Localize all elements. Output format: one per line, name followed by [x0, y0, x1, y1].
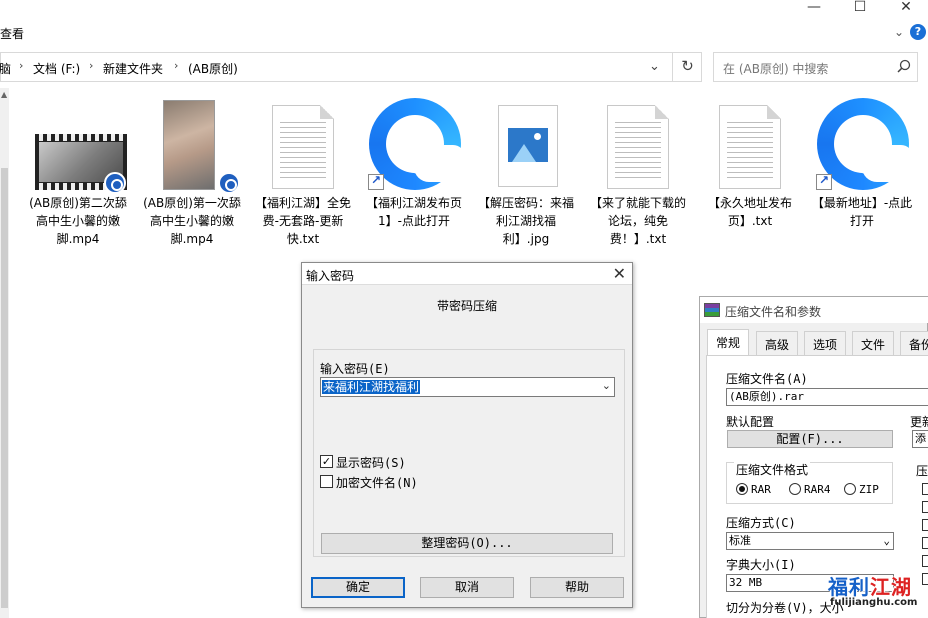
- tab-general[interactable]: 常规: [707, 329, 750, 355]
- ribbon-expand-chevron-icon[interactable]: ⌄: [894, 25, 904, 39]
- file-name: (AB原创)第二次舔高中生小馨的嫩脚.mp4: [29, 196, 127, 246]
- dialog-title: 输入密码: [306, 269, 355, 283]
- format-rar-label: RAR: [751, 483, 771, 496]
- scrollbar-thumb[interactable]: [1, 168, 8, 608]
- scroll-up-icon[interactable]: ▲: [1, 90, 7, 99]
- image-file-icon: [478, 96, 574, 192]
- cancel-button[interactable]: 取消: [420, 577, 514, 598]
- search-placeholder: 在 (AB原创) 中搜索: [723, 62, 829, 76]
- profiles-button[interactable]: 配置(F)...: [727, 430, 893, 448]
- dialog-title-bar[interactable]: 输入密码 ✕: [302, 263, 632, 285]
- organize-passwords-button[interactable]: 整理密码(O)...: [321, 533, 613, 554]
- show-password-label: 显示密码(S): [336, 456, 406, 470]
- video-thumbnail: [30, 96, 127, 194]
- format-zip-radio[interactable]: [844, 483, 856, 495]
- close-icon[interactable]: ✕: [613, 264, 626, 283]
- password-dialog: 输入密码 ✕ 带密码压缩 输入密码(E) 来福利江湖找福利 ⌄ ✓ 显示密码(S…: [301, 262, 633, 608]
- option-checkbox[interactable]: [922, 537, 928, 549]
- refresh-icon[interactable]: ↻: [672, 52, 702, 82]
- winrar-icon: [704, 303, 720, 317]
- dictionary-size-label: 字典大小(I): [726, 558, 796, 572]
- file-name: 【福利江湖发布页1】-点此打开: [365, 196, 462, 228]
- browser-icon: [814, 96, 910, 192]
- browser-icon: [366, 96, 462, 192]
- title-bar: — ☐ ✕: [0, 0, 928, 20]
- text-file-icon: [702, 96, 798, 192]
- compression-method-value: 标准: [729, 534, 751, 547]
- archive-params-dialog: 压缩文件名和参数 常规 高级 选项 文件 备份 压缩文件名(A) (AB原创).…: [699, 296, 928, 618]
- archive-options-label: 压: [916, 464, 928, 478]
- chevron-down-icon: ⌄: [883, 534, 890, 547]
- tab-files[interactable]: 文件: [852, 331, 895, 355]
- option-checkbox[interactable]: [922, 483, 928, 495]
- chevron-down-icon[interactable]: ⌄: [602, 379, 611, 392]
- video-thumbnail: [144, 96, 240, 194]
- address-bar[interactable]: 脑 › 文档 (F:) › 新建文件夹 › (AB原创) ⌄: [0, 52, 702, 82]
- text-file-icon: [255, 96, 351, 192]
- file-name: 【永久地址发布页】.txt: [707, 196, 792, 228]
- media-player-badge-icon: [218, 172, 240, 194]
- file-name: 【解压密码：来福利江湖找福利】.jpg: [477, 196, 574, 246]
- nav-pane-scrollbar[interactable]: ▲: [0, 88, 9, 618]
- help-icon[interactable]: ?: [910, 24, 926, 40]
- show-password-checkbox[interactable]: ✓: [320, 455, 333, 468]
- default-profile-label: 默认配置: [726, 415, 775, 429]
- option-checkbox[interactable]: [922, 501, 928, 513]
- watermark-text: 福利江湖: [828, 575, 912, 599]
- watermark-logo: 福利江湖 fulijianghu.com: [826, 571, 926, 615]
- encrypt-file-names-checkbox[interactable]: [320, 475, 333, 488]
- file-name: 【来了就能下载的论坛，纯免费！】.txt: [589, 196, 686, 246]
- breadcrumb-root[interactable]: 脑: [0, 60, 11, 77]
- ribbon-tab-view[interactable]: 查看: [0, 25, 24, 42]
- password-label: 输入密码(E): [320, 362, 390, 376]
- archive-format-label: 压缩文件格式: [734, 461, 811, 478]
- password-input[interactable]: 来福利江湖找福利 ⌄: [320, 377, 615, 397]
- search-icon[interactable]: [897, 59, 911, 73]
- shortcut-arrow-icon: [816, 173, 832, 190]
- archive-name-label: 压缩文件名(A): [726, 372, 808, 386]
- watermark-url: fulijianghu.com: [830, 597, 918, 608]
- format-rar4-radio[interactable]: [789, 483, 801, 495]
- breadcrumb-current[interactable]: (AB原创): [188, 60, 238, 77]
- tab-options[interactable]: 选项: [804, 331, 847, 355]
- file-name: (AB原创)第一次舔高中生小馨的嫩脚.mp4: [143, 196, 241, 246]
- update-mode-select[interactable]: 添: [912, 430, 928, 448]
- dialog-heading: 带密码压缩: [436, 299, 497, 313]
- maximize-icon[interactable]: ☐: [837, 0, 883, 18]
- compression-method-select[interactable]: 标准 ⌄: [726, 532, 894, 550]
- file-name: 【最新地址】-点此打开: [811, 196, 913, 228]
- close-window-icon[interactable]: ✕: [883, 0, 928, 18]
- text-file-icon: [590, 96, 686, 192]
- breadcrumb-separator-icon[interactable]: ›: [174, 59, 178, 72]
- ok-button[interactable]: 确定: [311, 577, 405, 598]
- breadcrumb-drive[interactable]: 文档 (F:): [33, 60, 80, 77]
- portrait-frame: [163, 100, 215, 190]
- password-value: 来福利江湖找福利: [322, 380, 421, 394]
- breadcrumb-separator-icon[interactable]: ›: [89, 59, 93, 72]
- tab-backup[interactable]: 备份: [900, 331, 928, 355]
- encrypt-file-names-label: 加密文件名(N): [336, 476, 418, 490]
- option-checkbox[interactable]: [922, 555, 928, 567]
- address-history-chevron-icon[interactable]: ⌄: [649, 59, 660, 74]
- tab-advanced[interactable]: 高级: [756, 331, 799, 355]
- format-zip-label: ZIP: [859, 483, 879, 496]
- dialog-title-bar[interactable]: 压缩文件名和参数: [700, 297, 928, 323]
- option-checkbox[interactable]: [922, 519, 928, 531]
- minimize-icon[interactable]: —: [791, 0, 837, 18]
- compression-method-label: 压缩方式(C): [726, 516, 796, 530]
- ribbon: 查看 ⌄ ?: [0, 20, 928, 46]
- help-button[interactable]: 帮助: [530, 577, 624, 598]
- search-input[interactable]: 在 (AB原创) 中搜索: [713, 52, 918, 82]
- format-rar4-label: RAR4: [804, 483, 831, 496]
- archive-name-input[interactable]: (AB原创).rar: [726, 388, 928, 406]
- file-name: 【福利江湖】全免费-无套路-更新快.txt: [254, 196, 351, 246]
- breadcrumb-separator-icon[interactable]: ›: [19, 59, 23, 72]
- media-player-badge-icon: [104, 172, 126, 194]
- format-rar-radio[interactable]: [736, 483, 748, 495]
- update-mode-label: 更新: [910, 415, 928, 429]
- shortcut-arrow-icon: [368, 173, 384, 190]
- dialog-title: 压缩文件名和参数: [725, 305, 822, 319]
- breadcrumb-folder[interactable]: 新建文件夹: [103, 60, 163, 77]
